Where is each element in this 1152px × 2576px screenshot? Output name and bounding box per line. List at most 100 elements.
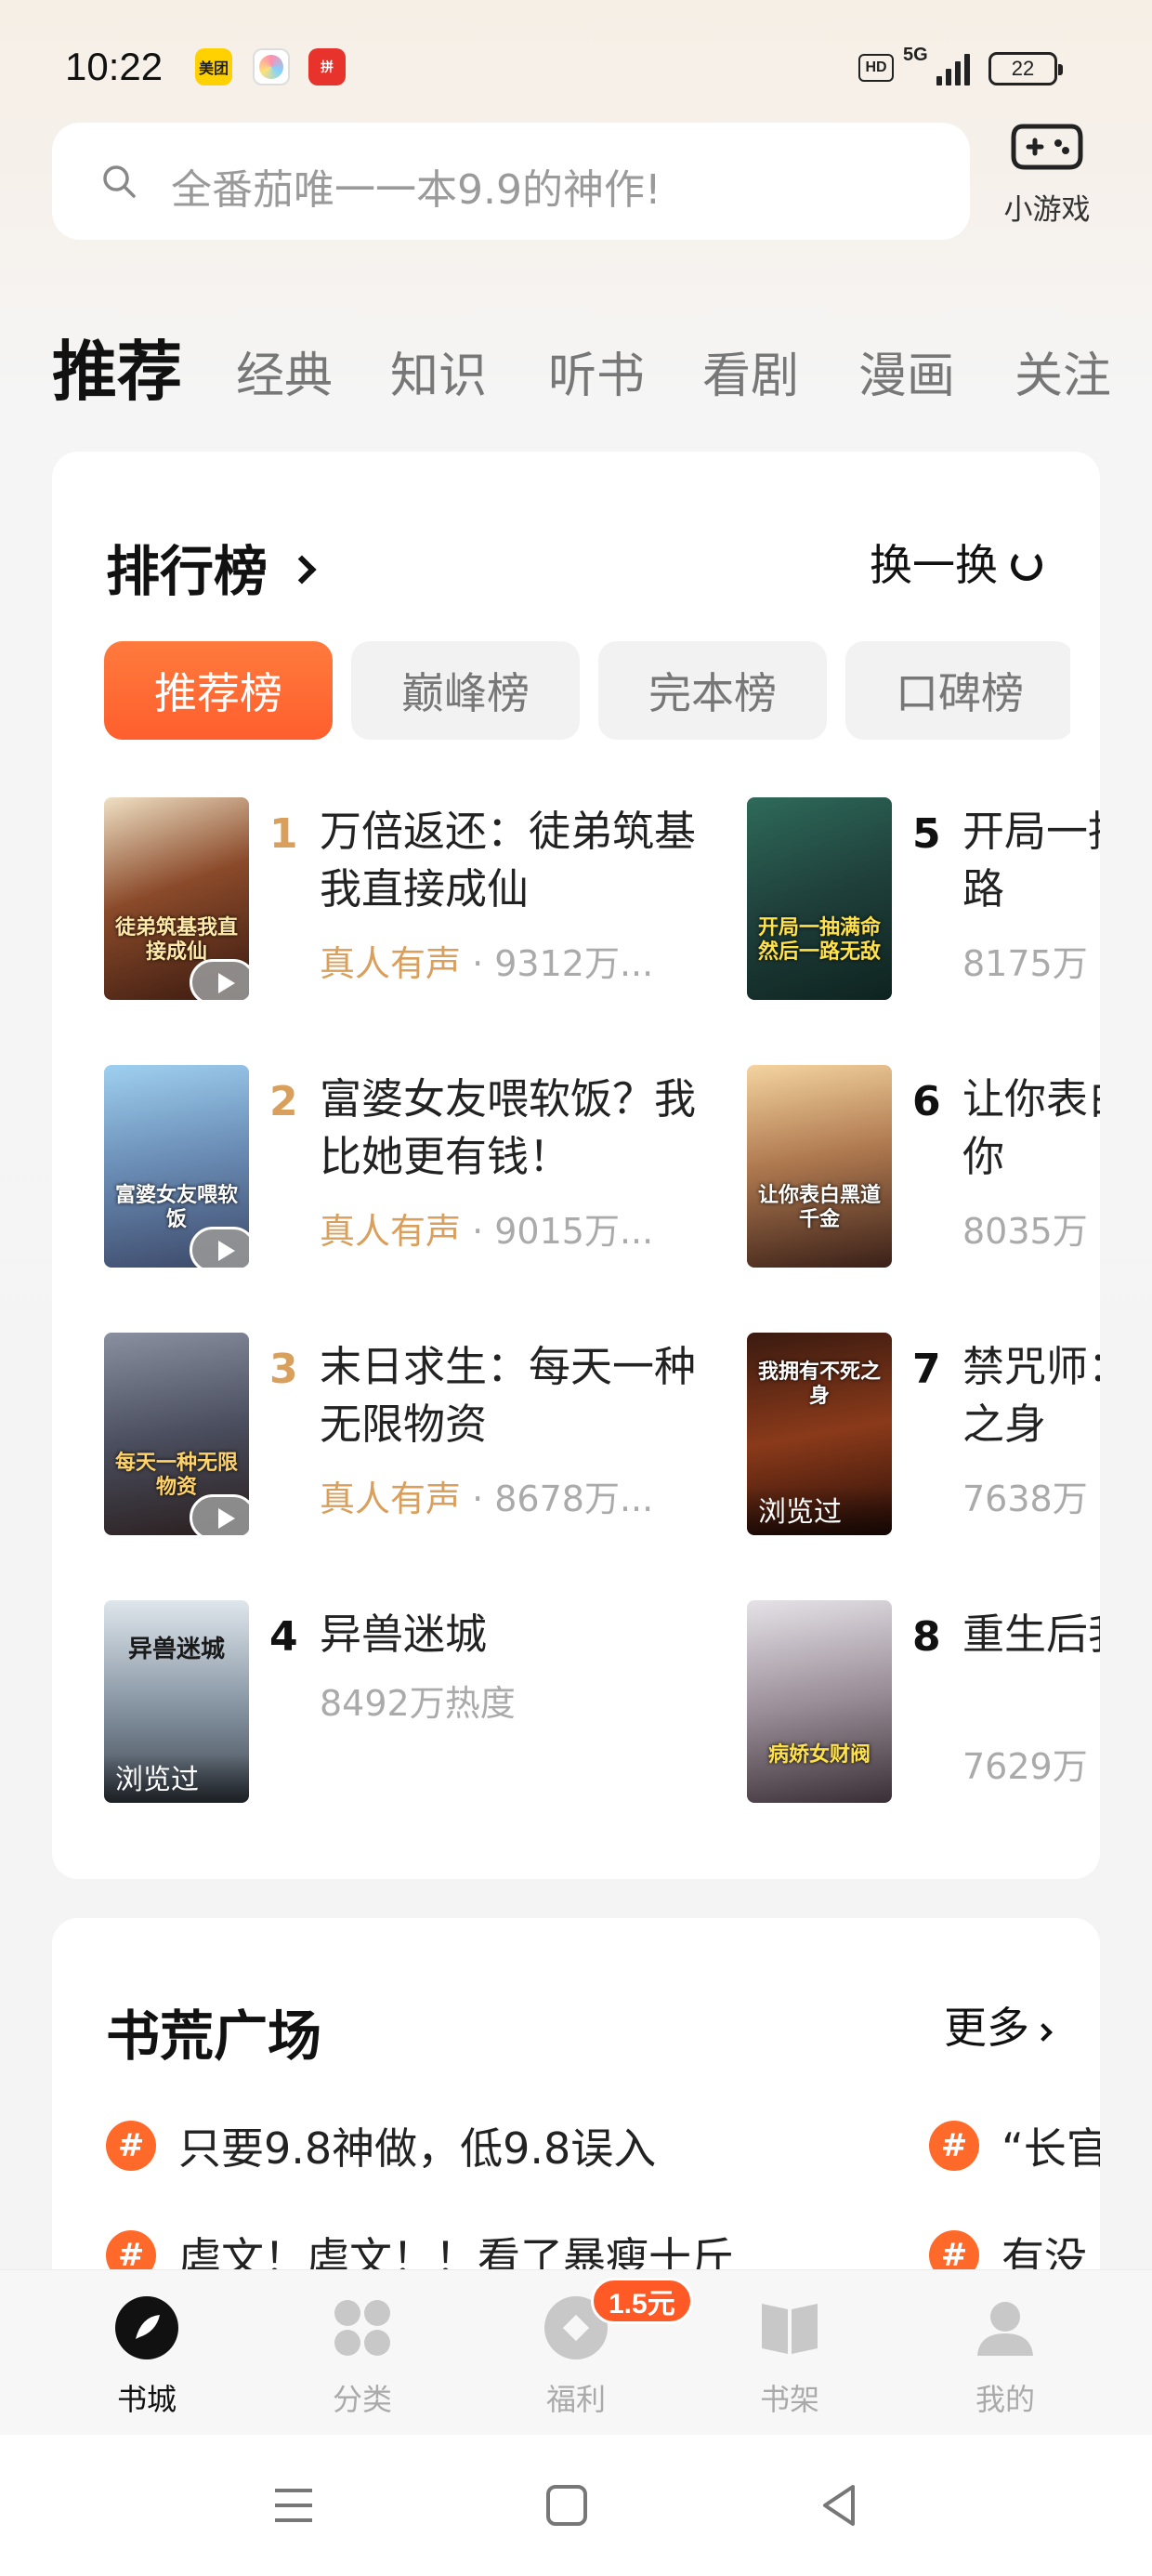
book-cover-title: 让你表白黑道千金 <box>757 1184 881 1231</box>
tab-classic[interactable]: 经典 <box>236 336 333 403</box>
audio-tag: 真人有声 <box>320 1479 462 1519</box>
ranking-title[interactable]: 排行榜 <box>106 528 317 606</box>
book-cover: 让你表白黑道千金 <box>747 1065 892 1268</box>
book-heat: 7638万 <box>962 1479 1088 1519</box>
pinduoduo-app-icon: 拼 <box>308 48 346 85</box>
book-meta: 真人有声 · 9015万... <box>320 1203 653 1254</box>
book-rank: 3 <box>269 1346 298 1393</box>
book-cover: 每天一种无限物资 <box>104 1333 249 1535</box>
book-rank: 7 <box>912 1346 941 1393</box>
more-label: 更多 <box>944 2003 1029 2053</box>
book-item[interactable]: 每天一种无限物资 3 末日求生：每天一种无限物资 真人有声 · 8678万... <box>104 1333 754 1556</box>
book-item[interactable]: 病娇女财阀 8 重生后我的财阀老婆 7629万 <box>747 1600 1100 1823</box>
topic-item[interactable]: # 只要9.8神做，低9.8误入 <box>106 2115 656 2176</box>
ranking-book-list: 徒弟筑基我直接成仙 1 万倍返还：徒弟筑基我直接成仙 真人有声 · 9312万.… <box>52 797 1100 1838</box>
battery-level: 22 <box>1011 57 1035 80</box>
book-heat: · 9312万... <box>461 943 654 984</box>
clock: 10:22 <box>65 45 164 88</box>
book-cover-title: 异兽迷城 <box>127 1636 225 1663</box>
play-icon <box>190 1494 249 1535</box>
bookstore-icon <box>115 2296 178 2359</box>
book-cover-title: 富婆女友喂软饭 <box>114 1184 238 1231</box>
refresh-icon <box>1011 548 1042 581</box>
book-title: 万倍返还：徒弟筑基我直接成仙 <box>320 807 697 913</box>
book-item[interactable]: 富婆女友喂软饭 2 富婆女友喂软饭？我比她更有钱！ 真人有声 · 9015万..… <box>104 1065 754 1288</box>
topic-text: “长官 <box>1001 2123 1100 2174</box>
book-title: 禁咒师：我拥有不死之身 <box>962 1342 1100 1449</box>
battery-icon: 22 <box>988 52 1063 85</box>
book-cover: 异兽迷城 浏览过 <box>104 1600 249 1803</box>
book-item[interactable]: 异兽迷城 浏览过 4 异兽迷城 8492万热度 <box>104 1600 754 1823</box>
viewed-tag: 浏览过 <box>104 1755 249 1803</box>
nav-profile[interactable]: 我的 <box>940 2294 1070 2419</box>
mini-game-label: 小游戏 <box>1003 193 1091 227</box>
book-rank: 6 <box>912 1078 941 1125</box>
book-item[interactable]: 我拥有不死之身 浏览过 7 禁咒师：我拥有不死之身 7638万 <box>747 1333 1100 1556</box>
search-bar[interactable]: 全番茄唯一一本9.9的神作! <box>52 123 970 240</box>
chevron-right-icon <box>287 555 317 585</box>
search-icon <box>103 165 136 198</box>
back-icon[interactable] <box>812 2479 868 2531</box>
system-nav-bar <box>0 2435 1152 2576</box>
book-cover: 我拥有不死之身 浏览过 <box>747 1333 892 1535</box>
more-button[interactable]: 更多 <box>944 1994 1053 2056</box>
ranking-tabs: 推荐榜 巅峰榜 完本榜 口碑榜 <box>104 641 1070 743</box>
book-title: 重生后我的财阀老婆 <box>962 1610 1100 1659</box>
play-icon <box>190 1227 249 1268</box>
book-item[interactable]: 让你表白黑道千金 6 让你表白黑道千金，你 8035万 <box>747 1065 1100 1288</box>
home-icon[interactable] <box>539 2479 595 2531</box>
topic-text: 只要9.8神做，低9.8误入 <box>178 2123 657 2174</box>
tab-drama[interactable]: 看剧 <box>702 336 799 403</box>
book-title: 开局一抽满命然后一路 <box>962 807 1100 913</box>
tab-audiobook[interactable]: 听书 <box>548 336 645 403</box>
audio-tag: 真人有声 <box>320 943 462 984</box>
bottom-nav: 书城 分类 福利 书架 我的 1.5元 <box>0 2269 1152 2435</box>
nav-label: 书架 <box>759 2382 819 2417</box>
tab-peak-list[interactable]: 巅峰榜 <box>351 641 580 740</box>
book-rank: 1 <box>269 810 298 858</box>
book-rank: 8 <box>912 1613 941 1661</box>
book-cover-title: 每天一种无限物资 <box>114 1452 238 1499</box>
hashtag-icon: # <box>106 2121 156 2171</box>
menu-icon[interactable] <box>266 2479 321 2531</box>
tab-recommend[interactable]: 推荐 <box>52 320 182 403</box>
tab-reputation-list[interactable]: 口碑榜 <box>845 641 1070 740</box>
tab-completed-list[interactable]: 完本榜 <box>598 641 827 740</box>
refresh-label: 换一换 <box>870 540 998 590</box>
book-rank: 2 <box>269 1078 298 1125</box>
book-heat: · 9015万... <box>461 1211 654 1252</box>
status-bar: 10:22 美团 拼 HD 5G 22 <box>0 0 1152 130</box>
hashtag-icon: # <box>929 2121 979 2171</box>
audio-tag: 真人有声 <box>320 1211 462 1252</box>
category-tabs: 推荐 经典 知识 听书 看剧 漫画 关注 <box>52 314 1152 403</box>
mini-game-button[interactable]: 小游戏 <box>996 115 1098 236</box>
tab-knowledge[interactable]: 知识 <box>390 336 487 403</box>
book-heat: 7629万 <box>962 1746 1088 1787</box>
book-heat: 8035万 <box>962 1211 1088 1252</box>
nav-label: 分类 <box>332 2382 392 2417</box>
tab-following[interactable]: 关注 <box>1015 336 1111 403</box>
book-title: 末日求生：每天一种无限物资 <box>320 1342 697 1449</box>
nav-bookshelf[interactable]: 书架 <box>725 2294 855 2419</box>
book-meta: 真人有声 · 8678万... <box>320 1470 653 1521</box>
book-cover-title: 病娇女财阀 <box>767 1743 871 1767</box>
viewed-tag: 浏览过 <box>747 1487 892 1535</box>
ranking-title-text: 排行榜 <box>106 540 268 603</box>
tab-recommend-list[interactable]: 推荐榜 <box>104 641 333 740</box>
book-rank: 4 <box>269 1613 298 1661</box>
nav-bookstore[interactable]: 书城 <box>82 2294 212 2419</box>
book-cover-title: 徒弟筑基我直接成仙 <box>114 916 238 964</box>
book-item[interactable]: 徒弟筑基我直接成仙 1 万倍返还：徒弟筑基我直接成仙 真人有声 · 9312万.… <box>104 797 754 1020</box>
nav-category[interactable]: 分类 <box>297 2294 427 2419</box>
book-item[interactable]: 开局一抽满命然后一路无敌 5 开局一抽满命然后一路 8175万 <box>747 797 1100 1020</box>
book-title: 富婆女友喂软饭？我比她更有钱！ <box>320 1074 697 1181</box>
book-cover-title: 开局一抽满命然后一路无敌 <box>757 916 881 964</box>
refresh-button[interactable]: 换一换 <box>870 532 1042 593</box>
play-icon <box>190 959 249 1000</box>
tab-comics[interactable]: 漫画 <box>858 336 955 403</box>
plaza-title: 书荒广场 <box>106 2004 322 2068</box>
topic-item[interactable]: # “长官 <box>929 2115 1100 2176</box>
book-cover: 富婆女友喂软饭 <box>104 1065 249 1268</box>
ranking-card: 排行榜 换一换 推荐榜 巅峰榜 完本榜 口碑榜 徒弟筑基我直接成仙 1 万倍返还… <box>52 452 1100 1879</box>
book-meta: 真人有声 · 9312万... <box>320 935 653 986</box>
